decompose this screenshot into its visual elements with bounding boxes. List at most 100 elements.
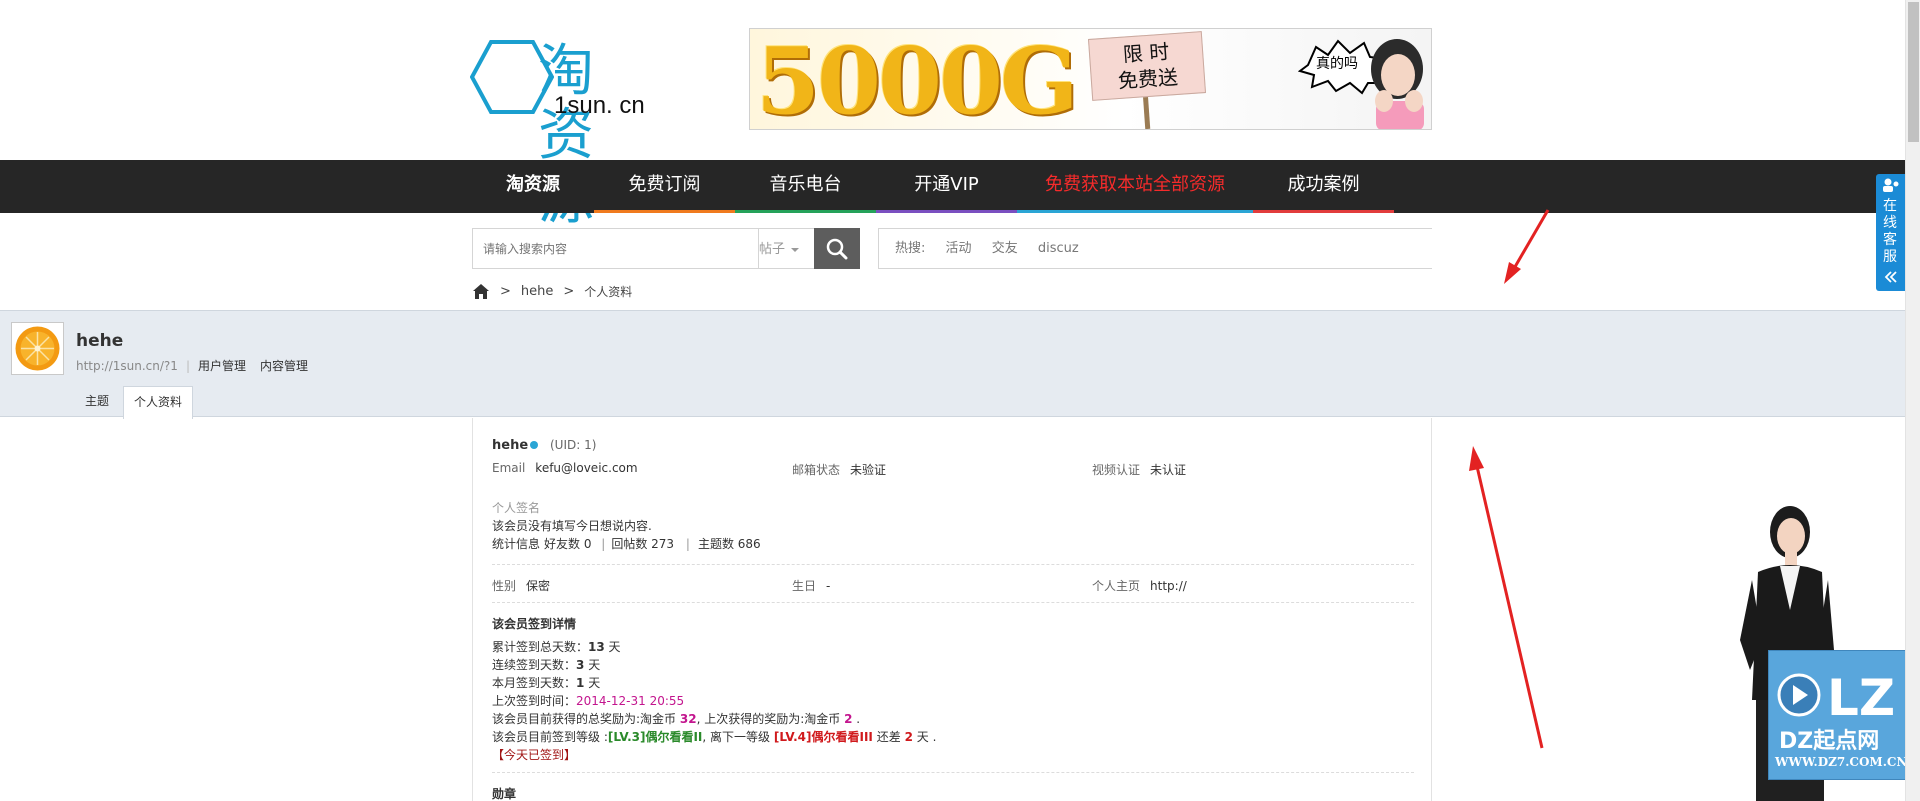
reward-mid: , 上次获得的奖励为:淘金币 xyxy=(696,712,841,726)
logo-domain: 1sun. cn xyxy=(554,92,645,119)
profile-meta: http://1sun.cn/?1 | 用户管理 内容管理 xyxy=(76,357,322,374)
search-input[interactable] xyxy=(473,229,753,268)
profile-header: hehe http://1sun.cn/?1 | 用户管理 内容管理 主题 个人资料 xyxy=(0,310,1905,419)
search-icon xyxy=(826,238,848,260)
divider: | xyxy=(185,359,190,373)
signin-month-label: 本月签到天数： xyxy=(492,676,577,690)
main-nav: 淘资源 免费订阅 音乐电台 开通VIP 免费获取本站全部资源 成功案例 xyxy=(0,160,1905,213)
page-scrollbar[interactable] xyxy=(1905,0,1920,801)
nav-accent xyxy=(1253,210,1394,213)
hot-search-label: 热搜: xyxy=(895,241,926,256)
mail-status-value: 未验证 xyxy=(850,463,887,477)
threads-count[interactable]: 主题数 686 xyxy=(698,537,761,551)
search-type-label: 帖子 xyxy=(759,242,786,257)
day-unit: 天 xyxy=(588,658,601,672)
level-gap: 2 xyxy=(904,730,913,744)
video-auth-value: 未认证 xyxy=(1150,463,1187,477)
reward-last: 2 xyxy=(844,712,853,726)
online-service-label: 在线客服 xyxy=(1883,198,1897,265)
collapse-left-icon xyxy=(1884,271,1897,283)
watermark-name: DZ起点网 xyxy=(1779,729,1880,754)
day-unit: 天 xyxy=(588,676,601,690)
content-manage-link[interactable]: 内容管理 xyxy=(260,359,308,373)
signature-text: 该会员没有填写今日想说内容. xyxy=(492,519,652,533)
online-status-icon xyxy=(530,441,539,449)
signin-month: 本月签到天数：1 天 xyxy=(492,674,600,691)
online-service-tab[interactable]: 在线客服 xyxy=(1876,174,1905,291)
level-next: [LV.4]偶尔看看III xyxy=(773,730,873,744)
breadcrumb-current: 个人资料 xyxy=(584,284,633,299)
watermark-url: WWW.DZ7.COM.CN xyxy=(1775,755,1908,769)
chevron-down-icon xyxy=(791,247,800,252)
nav-item-cases[interactable]: 成功案例 xyxy=(1253,160,1394,213)
search-box xyxy=(472,228,759,269)
user-manage-link[interactable]: 用户管理 xyxy=(198,359,246,373)
home-icon[interactable] xyxy=(472,283,490,300)
level-prefix: 该会员目前签到等级 : xyxy=(492,730,608,744)
nav-item-radio[interactable]: 音乐电台 xyxy=(735,160,876,213)
orange-avatar-image xyxy=(15,326,60,371)
homepage-value[interactable]: http:// xyxy=(1150,579,1187,593)
divider: | xyxy=(601,537,606,551)
divider-line xyxy=(492,564,1414,565)
scrollbar-thumb[interactable] xyxy=(1908,2,1919,142)
email-value: kefu@loveic.com xyxy=(535,461,638,475)
nav-label: 免费获取本站全部资源 xyxy=(1045,174,1225,195)
banner-headline: 5000G xyxy=(756,28,1079,130)
gender-row: 性别 保密 xyxy=(492,577,550,594)
tab-threads[interactable]: 主题 xyxy=(75,386,119,418)
ad-banner[interactable]: 5000G 限 时 免费送 真的吗 xyxy=(749,28,1432,130)
medal-title: 勋章 xyxy=(492,787,517,801)
search-button[interactable] xyxy=(814,228,860,269)
hot-term[interactable]: 活动 xyxy=(946,241,972,256)
avatar[interactable] xyxy=(11,322,64,375)
email-label: Email xyxy=(492,461,526,475)
reward-prefix: 该会员目前获得的总奖励为:淘金币 xyxy=(492,712,677,726)
hot-term[interactable]: 交友 xyxy=(992,241,1018,256)
bubble-text: 真的吗 xyxy=(1316,56,1358,72)
tab-profile[interactable]: 个人资料 xyxy=(123,386,194,419)
red-arrow-icon xyxy=(1469,446,1544,749)
signin-month-value: 1 xyxy=(576,676,585,690)
search-type-select[interactable]: 帖子 xyxy=(759,228,814,269)
birthday-value: - xyxy=(826,579,831,593)
level-mid: , 离下一等级 xyxy=(702,730,771,744)
replies-count[interactable]: 回帖数 273 xyxy=(611,537,674,551)
banner-sign: 限 时 免费送 xyxy=(1087,31,1207,101)
nav-label: 免费订阅 xyxy=(628,174,701,195)
profile-tabs: 主题 个人资料 xyxy=(75,386,197,419)
gender-label: 性别 xyxy=(492,579,517,593)
birthday-row: 生日 - xyxy=(792,577,830,594)
dz7-logo-icon: LZ xyxy=(1777,669,1895,723)
nav-accent xyxy=(735,210,876,213)
svg-text:LZ: LZ xyxy=(1827,669,1895,723)
nav-item-free-resources[interactable]: 免费获取本站全部资源 xyxy=(1017,160,1253,213)
breadcrumb-separator: > xyxy=(500,283,511,299)
profile-name: hehe xyxy=(76,331,124,351)
stats-row: 统计信息 好友数 0 | 回帖数 273 | 主题数 686 xyxy=(492,535,761,552)
nav-item-subscribe[interactable]: 免费订阅 xyxy=(594,160,735,213)
divider: | xyxy=(685,537,690,551)
nav-item-home[interactable]: 淘资源 xyxy=(472,160,594,213)
birthday-label: 生日 xyxy=(792,579,817,593)
site-logo[interactable]: 淘资源 1sun. cn xyxy=(470,34,645,232)
profile-url[interactable]: http://1sun.cn/?1 xyxy=(76,359,178,373)
dz7-watermark: LZ DZ起点网 WWW.DZ7.COM.CN xyxy=(1768,650,1908,780)
signin-last-time: 2014-12-31 20:55 xyxy=(576,694,685,708)
divider-line xyxy=(492,602,1414,603)
video-auth-label: 视频认证 xyxy=(1092,463,1141,477)
signature-label: 个人签名 xyxy=(492,501,541,515)
reward-total: 32 xyxy=(679,712,697,726)
video-auth-row: 视频认证 未认证 xyxy=(1092,461,1186,478)
nav-label: 成功案例 xyxy=(1287,174,1360,195)
breadcrumb-user[interactable]: hehe xyxy=(521,284,553,299)
level-current: [LV.3]偶尔看看II xyxy=(607,730,703,744)
nav-accent xyxy=(594,210,735,213)
signin-today[interactable]: 【今天已签到】 xyxy=(492,746,576,763)
friends-count[interactable]: 好友数 0 xyxy=(544,537,591,551)
red-arrow-icon xyxy=(1504,209,1550,284)
signin-title: 该会员签到详情 xyxy=(492,617,577,631)
signin-total: 累计签到总天数：13 天 xyxy=(492,638,621,655)
nav-item-vip[interactable]: 开通VIP xyxy=(876,160,1017,213)
hot-term[interactable]: discuz xyxy=(1038,241,1079,256)
